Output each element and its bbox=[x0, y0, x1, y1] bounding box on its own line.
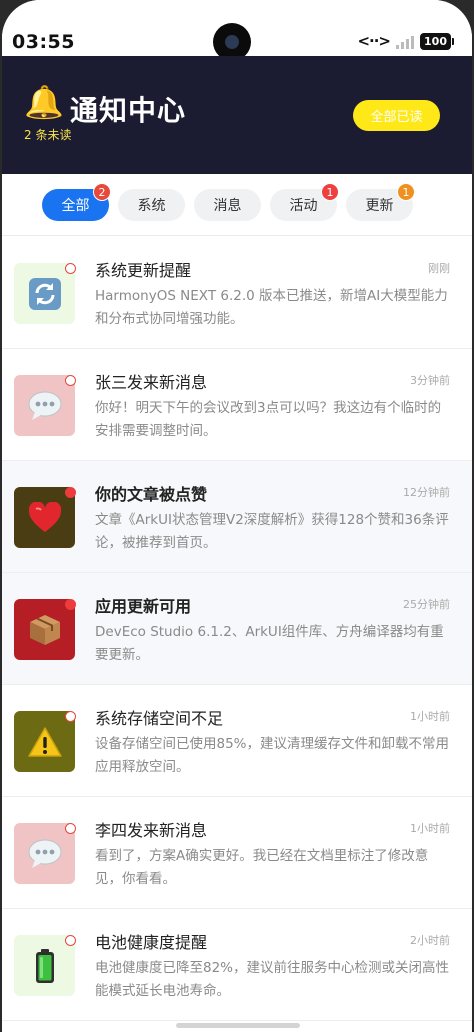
data-transfer-icon: <··> bbox=[357, 32, 391, 50]
bell-icon: 🔔 bbox=[24, 83, 64, 121]
mark-all-read-button[interactable]: 全部已读 bbox=[353, 100, 440, 131]
home-indicator[interactable] bbox=[176, 1023, 300, 1028]
unread-indicator bbox=[65, 935, 76, 946]
tab-activities[interactable]: 活动 1 bbox=[270, 183, 339, 221]
notification-time: 12分钟前 bbox=[403, 486, 450, 499]
phone-screen: 03:55 <··> 100 🔔 通知中心 2 条未读 全部已读 全部 2 系统 bbox=[2, 0, 472, 1032]
tab-label: 消息 bbox=[213, 198, 242, 214]
status-time: 03:55 bbox=[12, 31, 75, 53]
notification-time: 25分钟前 bbox=[403, 598, 450, 611]
signal-icon bbox=[396, 33, 414, 49]
battery-level: 100 bbox=[420, 32, 451, 50]
notification-item[interactable]: 李四发来新消息 1小时前 看到了，方案A确实更好。我已经在文档里标注了修改意见，… bbox=[2, 797, 472, 909]
header: 🔔 通知中心 2 条未读 全部已读 bbox=[2, 56, 472, 174]
tab-label: 全部 bbox=[61, 198, 90, 214]
unread-indicator bbox=[65, 711, 76, 722]
tab-label: 更新 bbox=[365, 198, 394, 214]
notification-title: 你的文章被点赞 bbox=[95, 485, 208, 504]
unread-indicator bbox=[65, 487, 76, 498]
notification-body: HarmonyOS NEXT 6.2.0 版本已推送，新增AI大模型能力和分布式… bbox=[95, 288, 448, 327]
notification-item[interactable]: 系统存储空间不足 1小时前 设备存储空间已使用85%，建议清理缓存文件和卸载不常… bbox=[2, 685, 472, 797]
notification-item[interactable]: 应用更新可用 25分钟前 DevEco Studio 6.1.2、ArkUI组件… bbox=[2, 573, 472, 685]
notification-body: 文章《ArkUI状态管理V2深度解析》获得128个赞和36条评论，被推荐到首页。 bbox=[95, 512, 449, 551]
notification-item[interactable]: 电池健康度提醒 2小时前 电池健康度已降至82%，建议前往服务中心检测或关闭高性… bbox=[2, 909, 472, 1021]
notification-title: 张三发来新消息 bbox=[95, 373, 208, 392]
notification-title: 应用更新可用 bbox=[95, 597, 192, 616]
tab-system[interactable]: 系统 bbox=[118, 189, 185, 221]
notification-item[interactable]: 你的文章被点赞 12分钟前 文章《ArkUI状态管理V2深度解析》获得128个赞… bbox=[2, 461, 472, 573]
notification-title: 李四发来新消息 bbox=[95, 821, 208, 840]
battery-icon: 100 bbox=[420, 32, 454, 50]
unread-count: 2 条未读 bbox=[24, 128, 72, 142]
status-icons: <··> 100 bbox=[357, 32, 454, 50]
notification-body: 看到了，方案A确实更好。我已经在文档里标注了修改意见，你看看。 bbox=[95, 848, 429, 887]
notification-item[interactable]: 系统更新提醒 刚刚 HarmonyOS NEXT 6.2.0 版本已推送，新增A… bbox=[2, 237, 472, 349]
tab-badge: 1 bbox=[321, 183, 339, 201]
notification-time: 2小时前 bbox=[410, 934, 450, 947]
tab-badge: 2 bbox=[93, 183, 111, 201]
tab-label: 系统 bbox=[137, 198, 166, 214]
unread-indicator bbox=[65, 263, 76, 274]
notification-time: 1小时前 bbox=[410, 822, 450, 835]
unread-indicator bbox=[65, 599, 76, 610]
tab-all[interactable]: 全部 2 bbox=[42, 183, 111, 221]
notification-title: 系统更新提醒 bbox=[95, 261, 192, 280]
notification-body: 设备存储空间已使用85%，建议清理缓存文件和卸载不常用应用释放空间。 bbox=[95, 736, 450, 775]
notification-title: 电池健康度提醒 bbox=[95, 933, 208, 952]
notification-body: DevEco Studio 6.1.2、ArkUI组件库、方舟编译器均有重要更新… bbox=[95, 624, 444, 663]
notification-list: 系统更新提醒 刚刚 HarmonyOS NEXT 6.2.0 版本已推送，新增A… bbox=[2, 237, 472, 1021]
notification-body: 电池健康度已降至82%，建议前往服务中心检测或关闭高性能模式延长电池寿命。 bbox=[95, 960, 450, 999]
notification-time: 3分钟前 bbox=[410, 374, 450, 387]
notification-time: 刚刚 bbox=[428, 262, 450, 275]
notification-body: 你好！明天下午的会议改到3点可以吗？我这边有个临时的安排需要调整时间。 bbox=[95, 400, 442, 439]
tab-label: 活动 bbox=[289, 198, 318, 214]
unread-indicator bbox=[65, 823, 76, 834]
notification-time: 1小时前 bbox=[410, 710, 450, 723]
notification-item[interactable]: 张三发来新消息 3分钟前 你好！明天下午的会议改到3点可以吗？我这边有个临时的安… bbox=[2, 349, 472, 461]
tab-updates[interactable]: 更新 1 bbox=[346, 183, 415, 221]
status-bar: 03:55 <··> 100 bbox=[2, 0, 472, 61]
notification-title: 系统存储空间不足 bbox=[95, 709, 224, 728]
tab-messages[interactable]: 消息 bbox=[194, 189, 261, 221]
page-title: 通知中心 bbox=[70, 94, 187, 127]
filter-tabs: 全部 2 系统 消息 活动 1 更新 1 bbox=[2, 174, 472, 236]
tab-badge: 1 bbox=[397, 183, 415, 201]
unread-indicator bbox=[65, 375, 76, 386]
